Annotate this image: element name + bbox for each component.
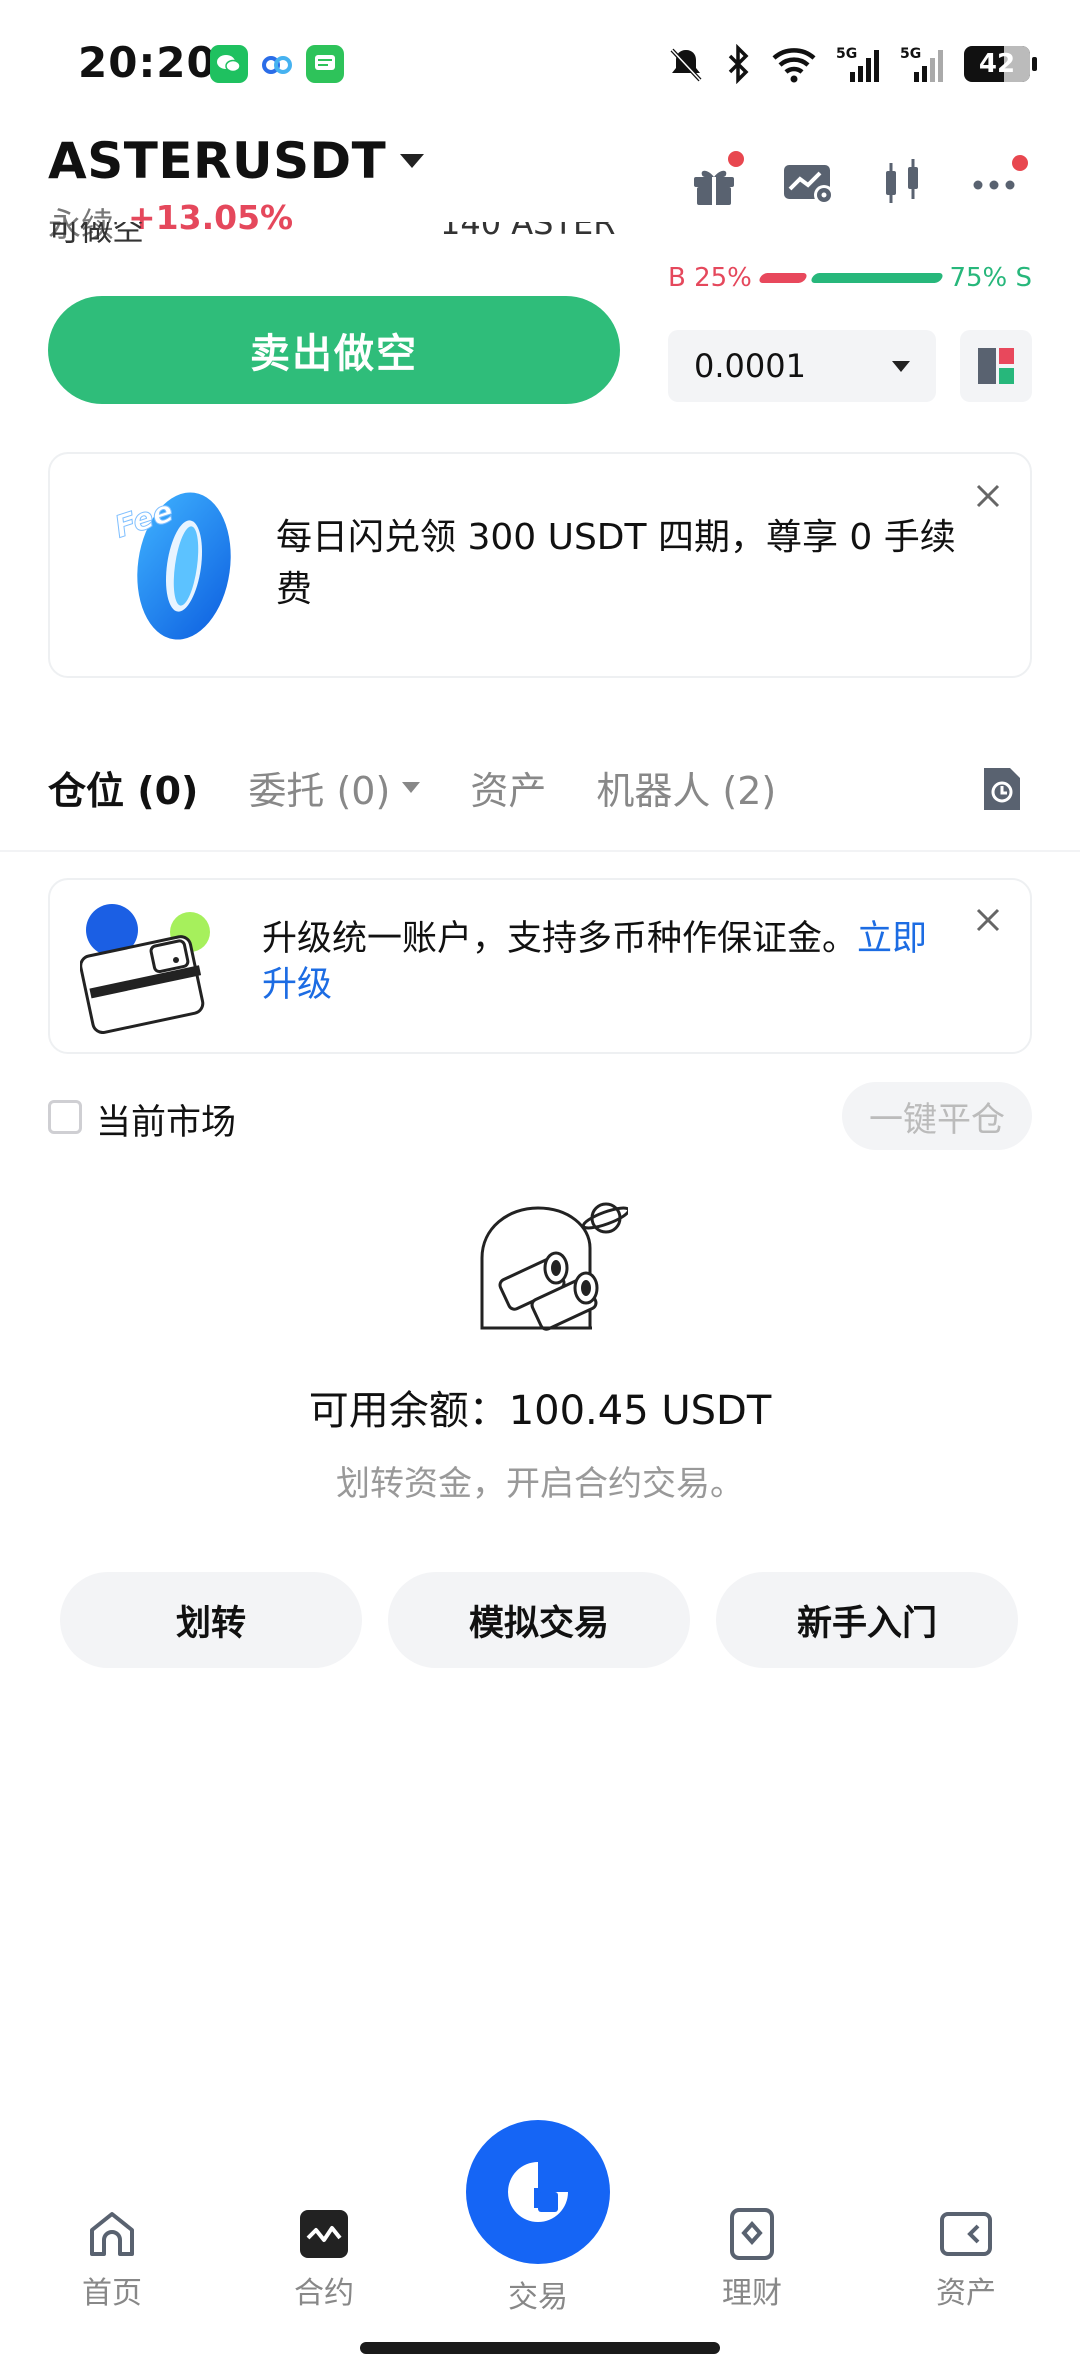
- long-short-ratio: B 25% 75% S: [668, 260, 1032, 296]
- sell-ratio-bar: [809, 273, 944, 283]
- nav-futures[interactable]: 合约: [244, 2208, 404, 2312]
- home-icon: [90, 2212, 134, 2256]
- upgrade-account-text: 升级统一账户，支持多币种作保证金。立即升级: [262, 916, 962, 1008]
- precision-value: 0.0001: [694, 347, 806, 385]
- price-change: +13.05%: [128, 198, 294, 237]
- status-time: 20:20: [78, 38, 217, 87]
- close-icon[interactable]: [968, 900, 1008, 940]
- nav-earn-label: 理财: [722, 2276, 782, 2311]
- zero-fee-illustration: Fee: [110, 484, 242, 644]
- futures-icon: [300, 2210, 348, 2258]
- nav-home[interactable]: 首页: [32, 2208, 192, 2312]
- nav-trade-label: 交易: [508, 2280, 568, 2315]
- wechat-icon: [210, 45, 248, 83]
- earn-icon: [730, 2208, 774, 2260]
- more-icon[interactable]: [970, 155, 1028, 211]
- pair-name: ASTERUSDT: [48, 132, 387, 190]
- available-short-label: 可做空: [48, 222, 145, 248]
- nav-earn[interactable]: 理财: [672, 2208, 832, 2312]
- tab-orders[interactable]: 委托 (0): [248, 760, 421, 815]
- empty-hint: 划转资金，开启合约交易。: [336, 1464, 744, 1504]
- nav-home-label: 首页: [82, 2276, 142, 2311]
- available-short-value: 140 ASTER: [440, 222, 616, 242]
- candlestick-icon[interactable]: [874, 155, 930, 211]
- battery-icon: 42: [964, 46, 1037, 82]
- status-icons: 5G 5G 42: [666, 40, 1037, 88]
- buy-ratio-label: B 25%: [668, 263, 752, 293]
- buy-ratio-bar: [757, 273, 809, 283]
- fee-promo-text: 每日闪兑领 300 USDT 四期，尊享 0 手续费: [276, 517, 956, 610]
- chevron-down-icon: [400, 154, 425, 168]
- signal-5g-icon: 5G: [900, 46, 943, 82]
- precision-select[interactable]: 0.0001: [668, 330, 936, 402]
- nav-trade[interactable]: [466, 2120, 610, 2264]
- messages-icon: [306, 45, 344, 83]
- wallet-icon: [940, 2212, 992, 2256]
- wifi-icon: [772, 48, 816, 83]
- sell-short-button[interactable]: 卖出做空: [48, 296, 620, 404]
- trade-icon: [508, 2162, 568, 2222]
- available-balance: 可用余额：100.45 USDT: [308, 1388, 772, 1434]
- chevron-down-icon: [892, 360, 910, 372]
- cloud-app-icon: [258, 45, 296, 83]
- orderbook-layout-icon: [978, 348, 1014, 384]
- wallet-illustration: [79, 898, 220, 1035]
- tab-divider: [0, 850, 1080, 852]
- chart-settings-icon[interactable]: [780, 155, 836, 211]
- svg-text:5G: 5G: [836, 46, 857, 62]
- tab-positions[interactable]: 仓位 (0): [48, 760, 198, 815]
- demo-trading-button[interactable]: 模拟交易: [388, 1572, 690, 1668]
- svg-text:5G: 5G: [900, 46, 921, 62]
- nav-assets[interactable]: 资产: [886, 2208, 1046, 2312]
- current-market-checkbox[interactable]: [48, 1100, 82, 1134]
- binoculars-illustration: [468, 1198, 631, 1348]
- gift-icon[interactable]: [686, 151, 744, 211]
- upgrade-description: 升级统一账户，支持多币种作保证金。: [262, 919, 858, 959]
- tab-assets[interactable]: 资产: [470, 760, 546, 815]
- nav-futures-label: 合约: [294, 2276, 354, 2311]
- pair-selector[interactable]: ASTERUSDT: [48, 132, 425, 190]
- notification-dot: [1012, 155, 1028, 171]
- notification-dot: [728, 151, 744, 167]
- orderbook-layout-button[interactable]: [960, 330, 1032, 402]
- close-icon[interactable]: [968, 476, 1008, 516]
- transfer-button[interactable]: 划转: [60, 1572, 362, 1668]
- order-history-icon[interactable]: [980, 764, 1024, 814]
- current-market-label: 当前市场: [96, 1103, 237, 1143]
- signal-5g-icon: 5G: [836, 46, 879, 82]
- sell-ratio-label: 75% S: [949, 263, 1032, 293]
- nav-assets-label: 资产: [936, 2276, 996, 2311]
- bluetooth-icon: [728, 44, 749, 84]
- tab-bots[interactable]: 机器人 (2): [596, 760, 776, 815]
- position-tabs: 仓位 (0) 委托 (0) 资产 机器人 (2): [48, 760, 826, 815]
- mute-icon: [670, 48, 702, 82]
- close-all-positions-button[interactable]: 一键平仓: [842, 1082, 1032, 1150]
- home-indicator: [360, 2342, 720, 2354]
- beginner-guide-button[interactable]: 新手入门: [716, 1572, 1018, 1668]
- chevron-down-icon: [402, 782, 421, 793]
